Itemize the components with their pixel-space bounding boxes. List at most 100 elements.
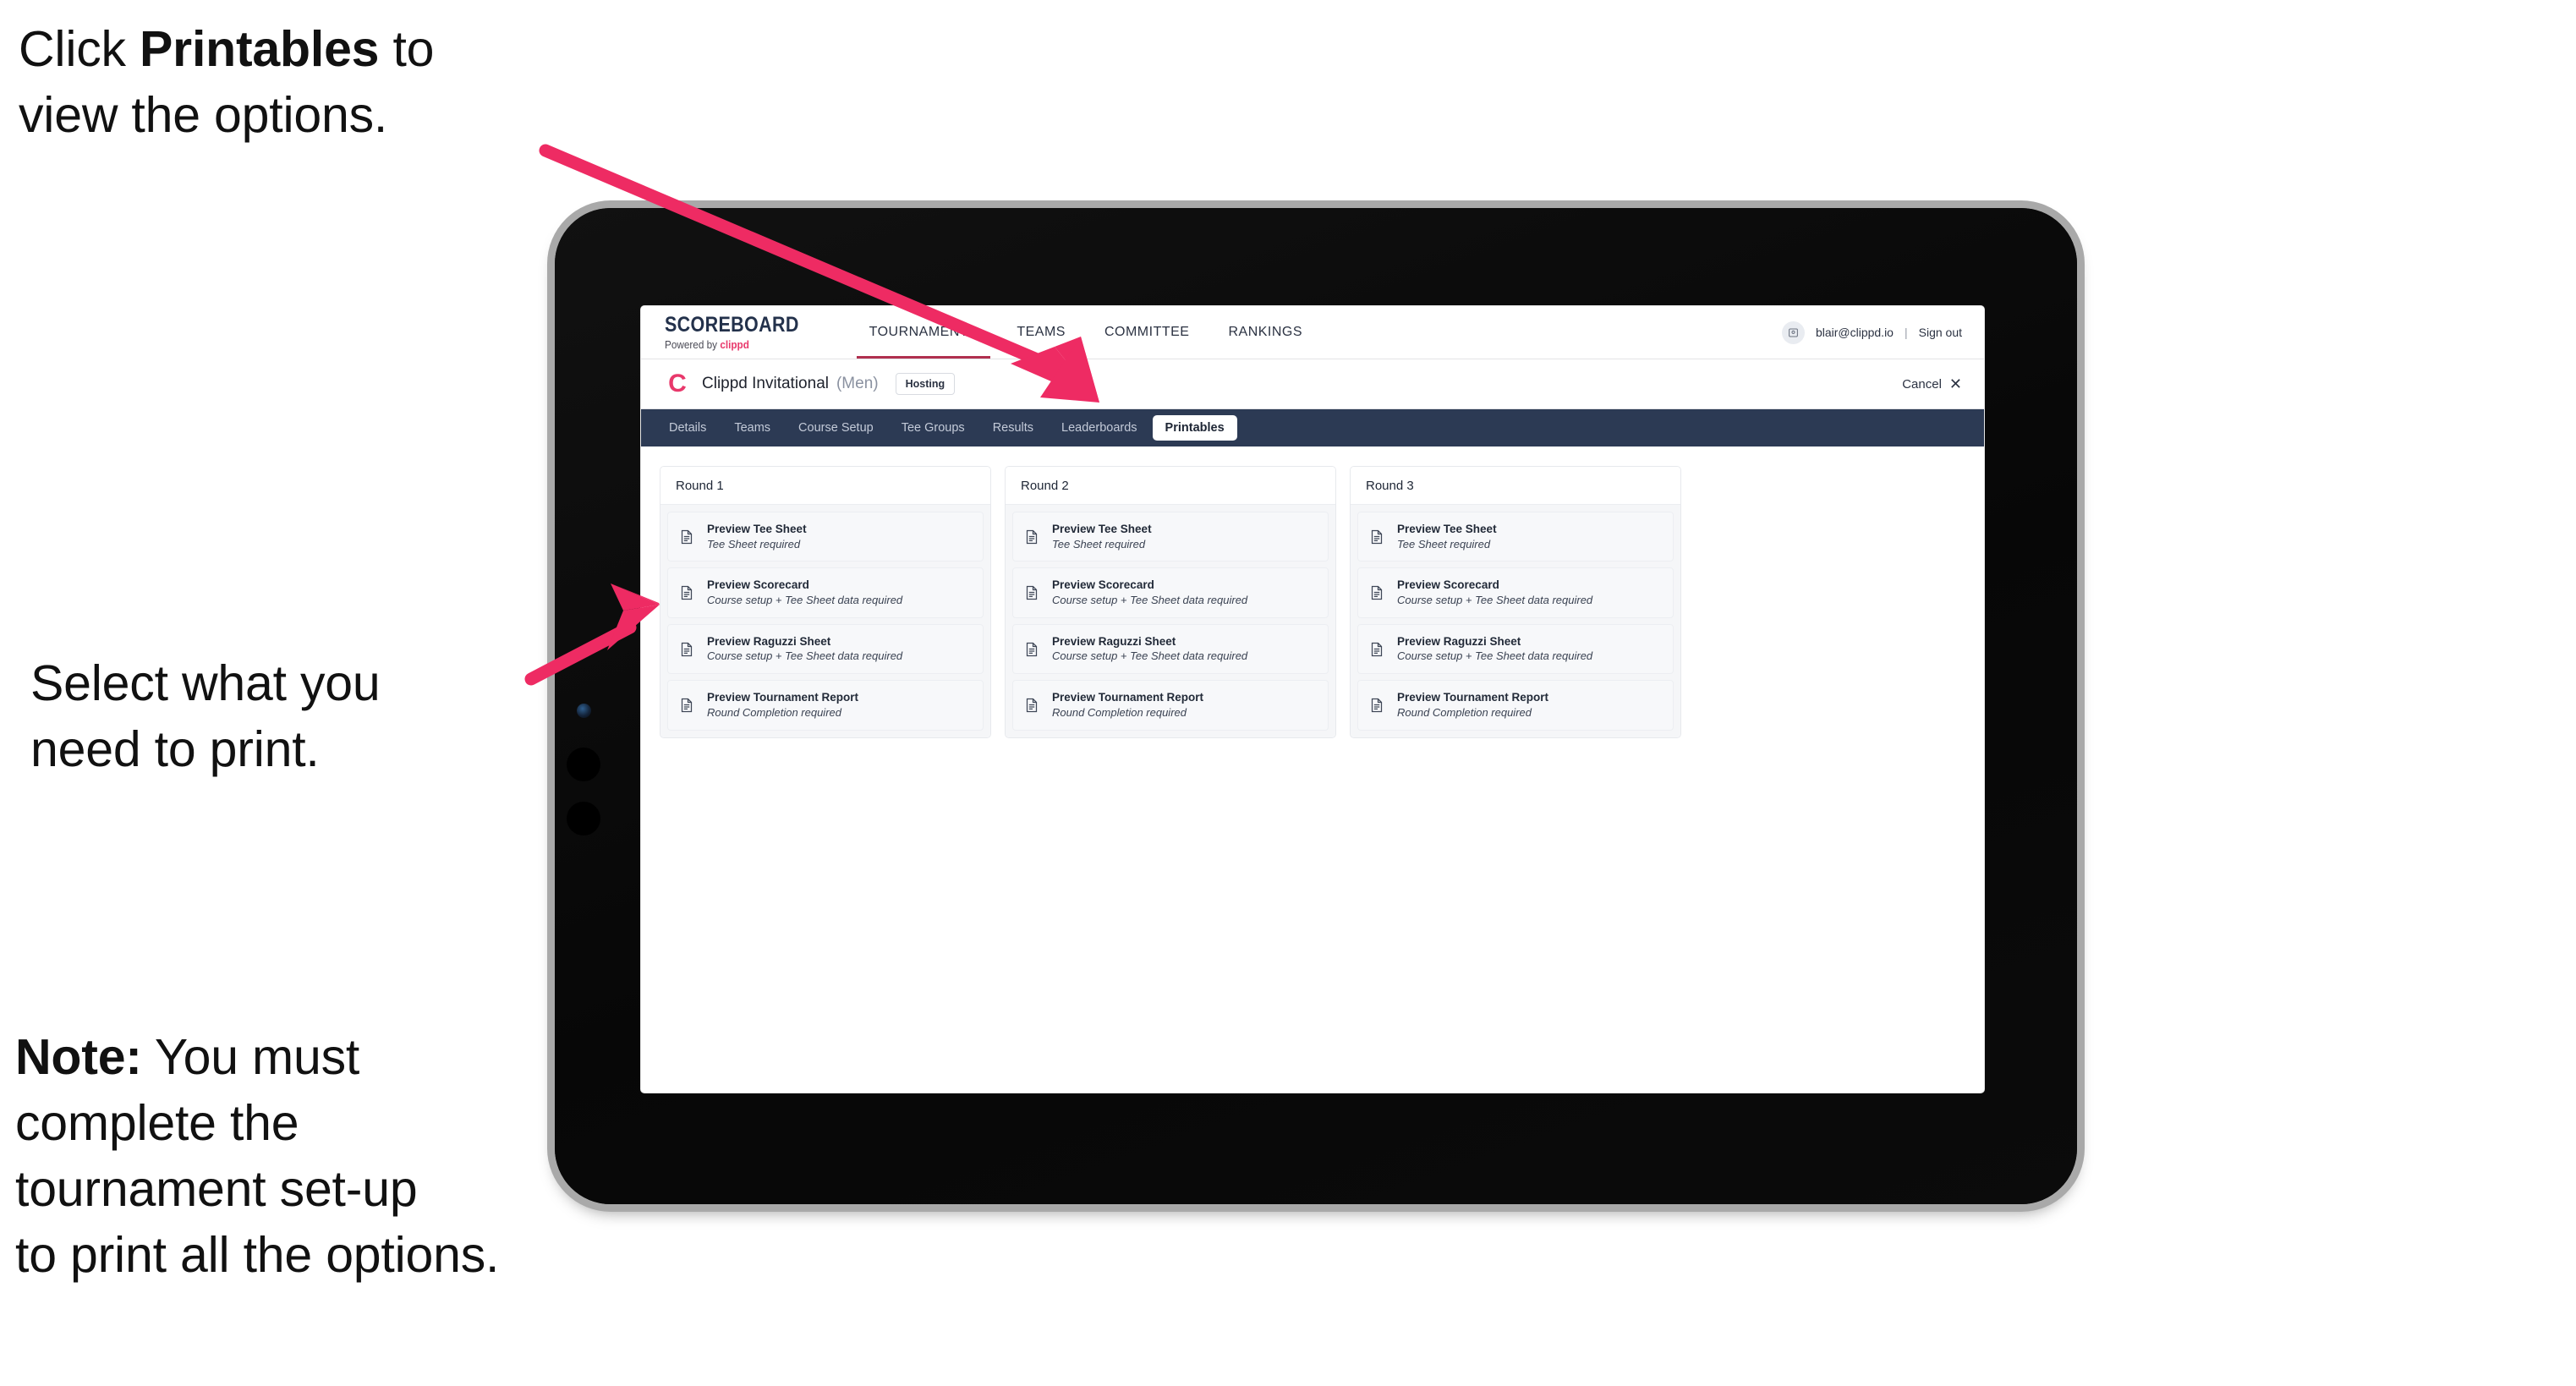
account-separator: | [1904, 326, 1908, 339]
account-area: blair@clippd.io | Sign out [1781, 320, 1984, 344]
annotation-note-bold: Note: [15, 1029, 142, 1085]
printable-title: Preview Tee Sheet [707, 523, 807, 535]
document-icon [1367, 640, 1386, 659]
printable-item-scorecard[interactable]: Preview Scorecard Course setup + Tee She… [667, 567, 984, 618]
annotation-select-print: Select what you need to print. [30, 655, 381, 777]
printable-item-scorecard[interactable]: Preview Scorecard Course setup + Tee She… [1357, 567, 1674, 618]
printable-title: Preview Raguzzi Sheet [707, 634, 831, 648]
printable-text: Preview Tee Sheet Tee Sheet required [707, 523, 807, 551]
tab-label: Printables [1165, 421, 1225, 435]
tournament-header: C Clippd Invitational (Men) Hosting Canc… [641, 359, 1984, 409]
printable-text: Preview Scorecard Course setup + Tee She… [707, 578, 902, 606]
tab-label: Course Setup [798, 421, 874, 435]
tab-course-setup[interactable]: Course Setup [786, 415, 886, 441]
logo-tagline: Powered by clippd [665, 340, 812, 351]
printable-text: Preview Tee Sheet Tee Sheet required [1052, 523, 1152, 551]
printable-text: Preview Tournament Report Round Completi… [707, 691, 858, 719]
sign-out-link[interactable]: Sign out [1919, 326, 1962, 339]
printable-item-raguzzi-sheet[interactable]: Preview Raguzzi Sheet Course setup + Tee… [667, 623, 984, 675]
printable-item-tournament-report[interactable]: Preview Tournament Report Round Completi… [667, 680, 984, 731]
nav-label: TEAMS [1017, 325, 1066, 339]
round-items: Preview Tee Sheet Tee Sheet required Pre… [1351, 505, 1680, 737]
app-screen: SCOREBOARD Powered by clippd TOURNAMENTS… [641, 306, 1984, 1093]
section-tabs: Details Teams Course Setup Tee Groups Re… [641, 409, 1984, 446]
user-avatar-icon[interactable] [1781, 320, 1805, 344]
document-icon [1367, 696, 1386, 715]
tab-leaderboards[interactable]: Leaderboards [1049, 415, 1150, 441]
document-icon [1022, 583, 1041, 602]
printable-title: Preview Scorecard [1052, 578, 1154, 592]
tab-printables[interactable]: Printables [1152, 415, 1237, 441]
front-camera-icon [577, 704, 591, 718]
tab-label: Tee Groups [901, 421, 965, 435]
round-card: Round 1 Preview Tee Sheet Tee Sheet requ… [660, 466, 991, 738]
round-card: Round 3 Preview Tee Sheet Tee Sheet requ… [1350, 466, 1681, 738]
document-icon [677, 528, 696, 546]
logo-wordmark: SCOREBOARD [665, 312, 799, 337]
printable-subtitle: Course setup + Tee Sheet data required [1052, 593, 1248, 606]
printable-subtitle: Tee Sheet required [1397, 537, 1491, 551]
printable-text: Preview Raguzzi Sheet Course setup + Tee… [1397, 635, 1592, 663]
printable-item-tournament-report[interactable]: Preview Tournament Report Round Completi… [1357, 680, 1674, 731]
nav-item-committee[interactable]: COMMITTEE [1085, 306, 1209, 359]
printable-title: Preview Tournament Report [1397, 691, 1549, 704]
printable-subtitle: Course setup + Tee Sheet data required [1397, 593, 1593, 606]
printable-subtitle: Course setup + Tee Sheet data required [1052, 649, 1248, 663]
printable-text: Preview Scorecard Course setup + Tee She… [1052, 578, 1247, 606]
nav-label: RANKINGS [1228, 325, 1303, 339]
printable-item-tee-sheet[interactable]: Preview Tee Sheet Tee Sheet required [667, 512, 984, 562]
printable-item-scorecard[interactable]: Preview Scorecard Course setup + Tee She… [1012, 567, 1329, 618]
document-icon [1022, 696, 1041, 715]
printable-subtitle: Tee Sheet required [1052, 537, 1146, 551]
logo-tagline-brand: clippd [720, 338, 749, 351]
printable-item-tee-sheet[interactable]: Preview Tee Sheet Tee Sheet required [1357, 512, 1674, 562]
main-navigation: TOURNAMENTS TEAMS COMMITTEE RANKINGS [850, 306, 1322, 359]
printable-subtitle: Course setup + Tee Sheet data required [1397, 649, 1593, 663]
printable-title: Preview Tournament Report [707, 691, 859, 704]
round-title: Round 2 [1006, 467, 1335, 505]
printable-text: Preview Raguzzi Sheet Course setup + Tee… [1052, 635, 1247, 663]
tab-teams[interactable]: Teams [721, 415, 783, 441]
annotation-click-prefix: Click [19, 21, 140, 77]
printable-item-raguzzi-sheet[interactable]: Preview Raguzzi Sheet Course setup + Tee… [1012, 623, 1329, 675]
nav-label: TOURNAMENTS [869, 325, 978, 339]
document-icon [1367, 528, 1386, 546]
clippd-c-logo-icon: C [668, 370, 687, 397]
printable-subtitle: Course setup + Tee Sheet data required [707, 593, 903, 606]
tab-label: Teams [734, 421, 771, 435]
printable-text: Preview Tournament Report Round Completi… [1397, 691, 1548, 719]
printable-item-tournament-report[interactable]: Preview Tournament Report Round Completi… [1012, 680, 1329, 731]
printable-subtitle: Round Completion required [1052, 705, 1187, 719]
printable-item-tee-sheet[interactable]: Preview Tee Sheet Tee Sheet required [1012, 512, 1329, 562]
rounds-grid: Round 1 Preview Tee Sheet Tee Sheet requ… [641, 446, 1984, 758]
nav-item-tournaments[interactable]: TOURNAMENTS [850, 306, 998, 359]
document-icon [1367, 583, 1386, 602]
annotation-click-bold: Printables [140, 21, 380, 77]
tab-label: Leaderboards [1061, 421, 1137, 435]
logo-tagline-prefix: Powered by [665, 338, 721, 351]
printable-item-raguzzi-sheet[interactable]: Preview Raguzzi Sheet Course setup + Tee… [1357, 623, 1674, 675]
printable-title: Preview Tournament Report [1052, 691, 1204, 704]
document-icon [1022, 640, 1041, 659]
tab-results[interactable]: Results [980, 415, 1046, 441]
cancel-button[interactable]: Cancel ✕ [1902, 376, 1962, 392]
round-items: Preview Tee Sheet Tee Sheet required Pre… [1006, 505, 1335, 737]
device-side-button-top[interactable] [567, 748, 600, 781]
printable-title: Preview Tee Sheet [1052, 523, 1152, 535]
account-email: blair@clippd.io [1815, 326, 1894, 339]
tab-tee-groups[interactable]: Tee Groups [889, 415, 978, 441]
round-title: Round 1 [660, 467, 990, 505]
tab-label: Details [669, 421, 707, 435]
document-icon [677, 640, 696, 659]
tab-details[interactable]: Details [656, 415, 719, 441]
printable-title: Preview Tee Sheet [1397, 523, 1497, 535]
close-x-icon: ✕ [1948, 375, 1962, 392]
scoreboard-logo[interactable]: SCOREBOARD Powered by clippd [641, 312, 850, 351]
nav-item-teams[interactable]: TEAMS [997, 306, 1085, 359]
tournament-name: Clippd Invitational [702, 375, 829, 392]
status-badge[interactable]: Hosting [895, 373, 956, 395]
printable-text: Preview Tournament Report Round Completi… [1052, 691, 1203, 719]
nav-item-rankings[interactable]: RANKINGS [1209, 306, 1322, 359]
device-side-button-bottom[interactable] [567, 802, 600, 835]
printable-text: Preview Scorecard Course setup + Tee She… [1397, 578, 1592, 606]
